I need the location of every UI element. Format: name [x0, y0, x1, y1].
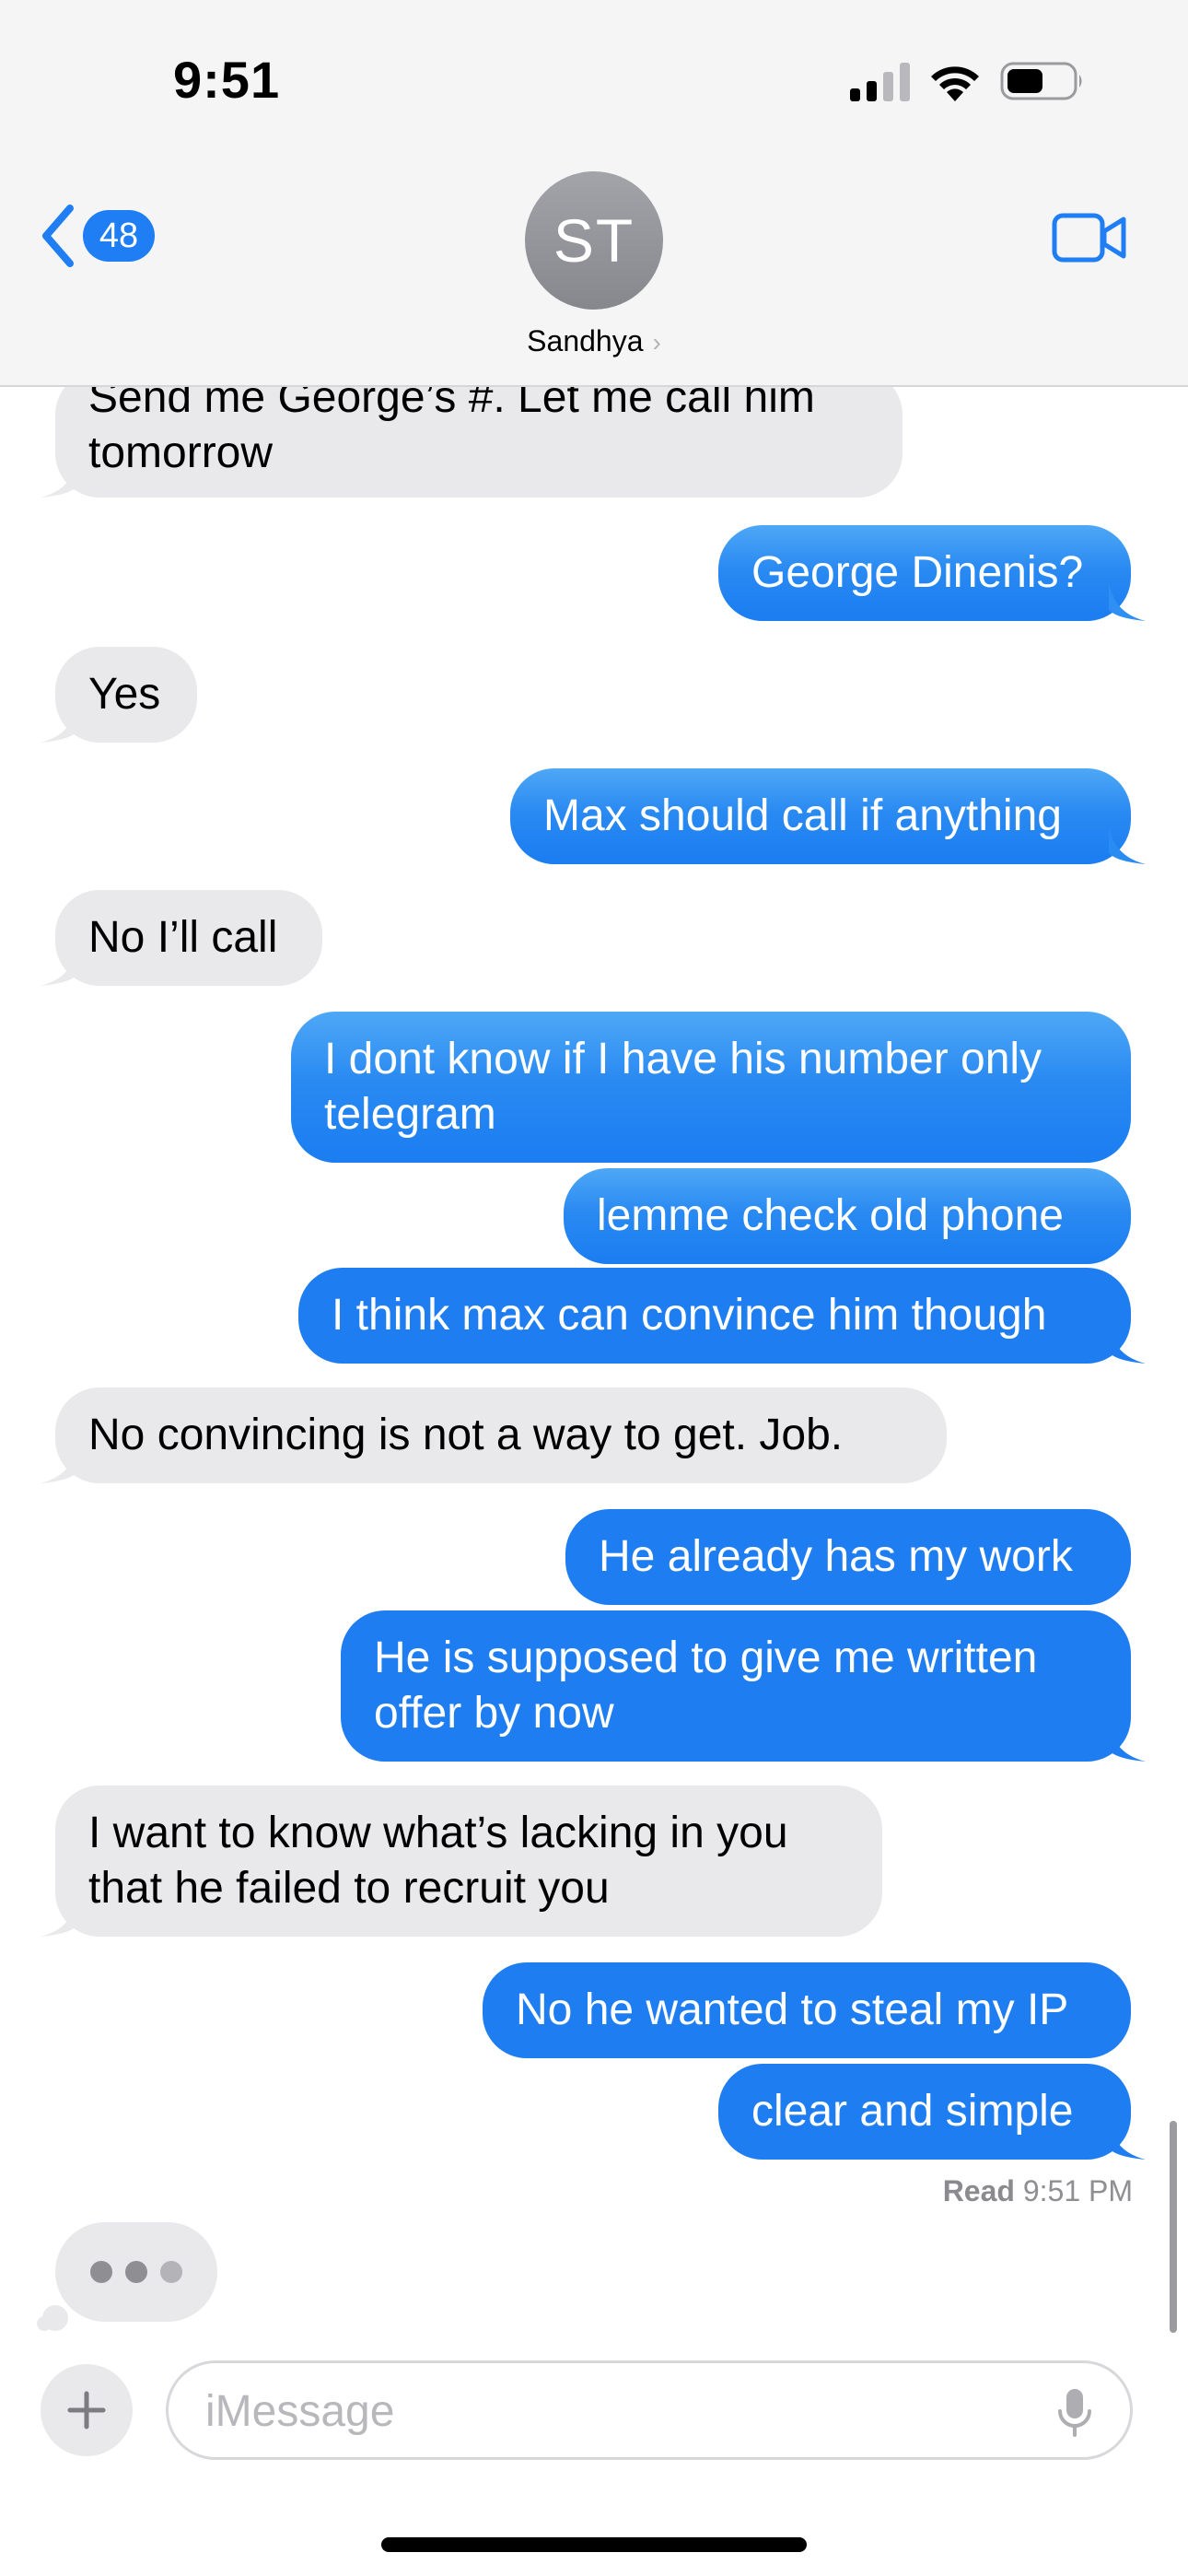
read-time: 9:51 PM [1022, 2174, 1133, 2207]
message-bubble-outgoing[interactable]: He is supposed to give me written offer … [341, 1610, 1146, 1762]
home-indicator[interactable] [381, 2537, 807, 2552]
message-text: I want to know what’s lacking in you tha… [88, 1809, 788, 1913]
scrollbar[interactable] [1170, 2121, 1177, 2333]
message-text: Max should call if anything [543, 791, 1062, 840]
contact-avatar[interactable]: ST [525, 171, 663, 310]
battery-icon [1000, 62, 1082, 100]
message-bubble-outgoing[interactable]: lemme check old phone [564, 1168, 1131, 1264]
status-icons [850, 55, 1085, 107]
back-chevron-icon [42, 205, 74, 267]
message-input-field[interactable] [166, 2360, 1133, 2460]
message-text: clear and simple [751, 2087, 1074, 2136]
bubble-tail [1109, 2121, 1146, 2160]
message-bubble-incoming[interactable]: I want to know what’s lacking in you tha… [41, 1786, 882, 1937]
message-text: He is supposed to give me written offer … [374, 1633, 1038, 1738]
message-text: Yes [88, 670, 161, 719]
plus-icon [67, 2391, 106, 2430]
message-bubble-outgoing[interactable]: George Dinenis? [718, 525, 1146, 621]
status-time: 9:51 [173, 51, 281, 109]
message-bubble-incoming[interactable]: No convincing is not a way to get. Job. [41, 1388, 947, 1483]
cellular-signal-icon [850, 61, 910, 101]
message-text: I dont know if I have his number only te… [324, 1035, 1042, 1139]
read-receipt: Read 9:51 PM [943, 2174, 1133, 2208]
bubble-tail [41, 459, 77, 498]
bubble-tail [1109, 582, 1146, 621]
typing-indicator-tail-small [37, 2316, 52, 2331]
bubble-tail [41, 704, 77, 743]
video-camera-icon[interactable] [1052, 212, 1127, 263]
bubble-tail [1109, 1723, 1146, 1762]
message-bubble-outgoing[interactable]: Max should call if anything [510, 768, 1146, 864]
message-text: I think max can convince him though [332, 1291, 1047, 1340]
typing-indicator-icon [55, 2222, 217, 2322]
unread-count-badge: 48 [83, 210, 155, 262]
message-bubble-outgoing[interactable]: I think max can convince him though [298, 1268, 1146, 1364]
contact-name-button[interactable]: Sandhya › [0, 324, 1188, 358]
message-bubble-incoming[interactable]: Send me George’s #. Let me call him tomo… [41, 370, 903, 498]
message-text: No I’ll call [88, 913, 278, 962]
message-bubble-outgoing[interactable]: No he wanted to steal my IP [483, 1962, 1131, 2058]
back-button[interactable]: 48 [41, 205, 155, 267]
bubble-tail [1109, 825, 1146, 864]
apps-plus-button[interactable] [41, 2364, 133, 2456]
bubble-tail [41, 1445, 77, 1483]
bubble-tail [41, 947, 77, 986]
message-text: lemme check old phone [597, 1191, 1064, 1240]
contact-name: Sandhya [527, 324, 644, 357]
imessage-input[interactable] [204, 2363, 999, 2459]
wifi-icon [931, 66, 979, 101]
chevron-right-icon: › [652, 328, 661, 357]
bubble-tail [1109, 1325, 1146, 1364]
message-text: No he wanted to steal my IP [516, 1985, 1069, 2034]
message-bubble-outgoing[interactable]: He already has my work [565, 1509, 1131, 1605]
message-text: He already has my work [599, 1532, 1073, 1581]
read-label: Read [942, 2174, 1015, 2207]
message-text: No convincing is not a way to get. Job. [88, 1411, 844, 1459]
message-bubble-outgoing[interactable]: I dont know if I have his number only te… [291, 1012, 1131, 1163]
message-bubble-outgoing[interactable]: clear and simple [718, 2064, 1146, 2160]
message-text: Send me George’s #. Let me call him tomo… [88, 373, 815, 477]
conversation-header: 9:51 48 ST Sandhya › [0, 0, 1188, 387]
message-bubble-incoming[interactable]: No I’ll call [41, 890, 322, 986]
bubble-tail [41, 1898, 77, 1937]
microphone-icon[interactable] [1056, 2387, 1093, 2439]
message-text: George Dinenis? [751, 548, 1084, 597]
message-bubble-incoming[interactable]: Yes [41, 647, 197, 743]
